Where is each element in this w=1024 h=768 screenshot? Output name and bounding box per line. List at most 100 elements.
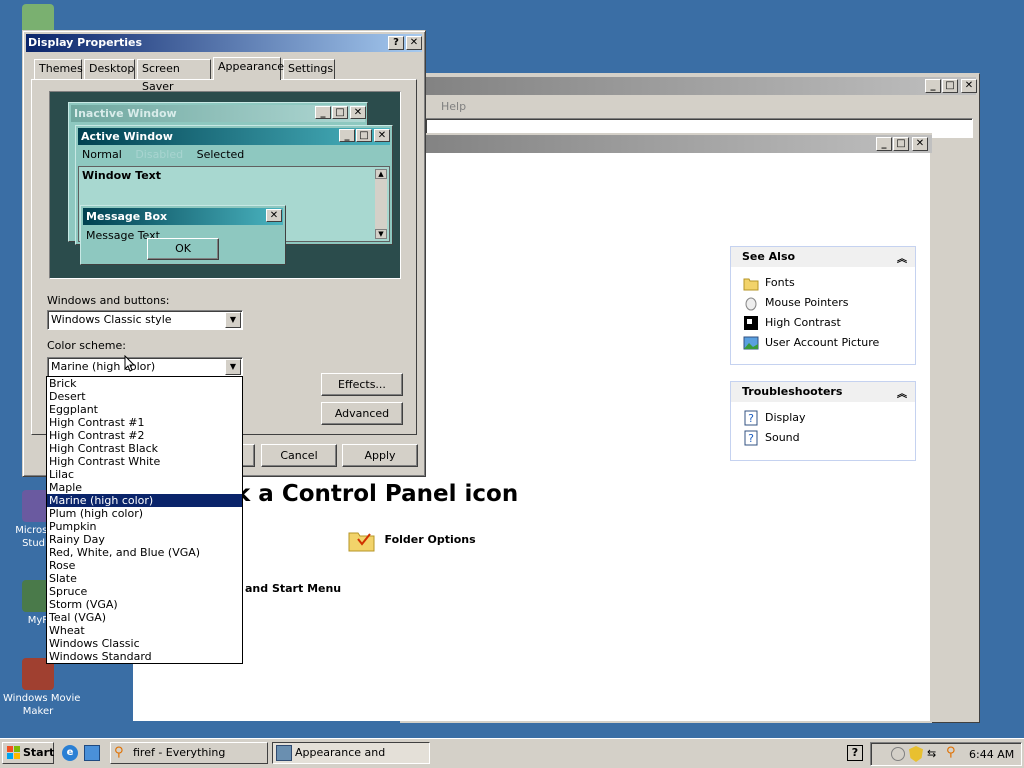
preview-menu-normal: Normal <box>82 148 122 161</box>
quicklaunch-ie-icon[interactable]: e <box>62 745 78 761</box>
color-scheme-select[interactable]: Marine (high color) ▼ <box>47 357 243 377</box>
link-mouse-pointers[interactable]: Mouse Pointers <box>743 295 849 311</box>
dropdown-option[interactable]: High Contrast Black <box>47 442 242 455</box>
preview-min-button: _ <box>339 129 355 142</box>
link-high-contrast[interactable]: High Contrast <box>743 315 841 331</box>
maximize-button[interactable]: □ <box>893 137 909 151</box>
dropdown-option[interactable]: High Contrast White <box>47 455 242 468</box>
minimize-button[interactable]: _ <box>876 137 892 151</box>
link-fonts[interactable]: Fonts <box>743 275 795 291</box>
apply-button[interactable]: Apply <box>342 444 418 467</box>
link-sound[interactable]: ? Sound <box>743 430 800 446</box>
dropdown-option[interactable]: Slate <box>47 572 242 585</box>
preview-close-button: ✕ <box>266 209 282 222</box>
dropdown-option[interactable]: Windows Classic <box>47 637 242 650</box>
tab-appearance[interactable]: Appearance <box>213 57 284 80</box>
link-label: Mouse Pointers <box>765 296 849 309</box>
help-icon[interactable]: ? <box>847 745 863 761</box>
start-button[interactable]: Start <box>2 742 54 764</box>
dropdown-option[interactable]: Wheat <box>47 624 242 637</box>
close-button[interactable]: ✕ <box>961 79 977 93</box>
quicklaunch-explorer-icon[interactable] <box>84 745 100 761</box>
desktop-icon[interactable]: Windows Movie Maker <box>3 658 80 718</box>
chevron-down-icon[interactable]: ▼ <box>225 312 241 328</box>
task-label: firef - Everything <box>133 746 226 759</box>
user-picture-icon <box>743 335 759 351</box>
windows-buttons-select[interactable]: Windows Classic style ▼ <box>47 310 243 330</box>
chevron-down-icon[interactable]: ▼ <box>225 359 241 375</box>
control-panel-titlebar[interactable] <box>400 135 932 153</box>
search-icon: ⚲ <box>114 745 124 760</box>
explorer-back-titlebar[interactable] <box>404 77 976 95</box>
dropdown-option[interactable]: Storm (VGA) <box>47 598 242 611</box>
tab-themes[interactable]: Themes <box>34 59 83 79</box>
tray-network-icon[interactable] <box>891 747 905 761</box>
link-label: Sound <box>765 431 800 444</box>
color-scheme-dropdown-list[interactable]: Brick Desert Eggplant High Contrast #1 High … <box>46 376 243 664</box>
dropdown-option[interactable]: Teal (VGA) <box>47 611 242 624</box>
advanced-button[interactable]: Advanced <box>321 402 403 425</box>
dropdown-option[interactable]: High Contrast #1 <box>47 416 242 429</box>
menu-help[interactable]: Help <box>441 100 466 113</box>
tab-settings[interactable]: Settings <box>283 59 335 79</box>
shield-icon[interactable] <box>909 746 923 762</box>
help-button[interactable]: ? <box>388 36 404 50</box>
dropdown-option[interactable]: Windows Standard <box>47 650 242 663</box>
dropdown-option[interactable]: Desert <box>47 390 242 403</box>
taskbar-item-appearance-themes[interactable]: Appearance and Themes <box>272 742 430 768</box>
page-heading: k a Control Panel icon <box>235 481 519 507</box>
troubleshooters-heading[interactable]: Troubleshooters <box>731 382 915 402</box>
dropdown-option[interactable]: Red, White, and Blue (VGA) <box>47 546 242 559</box>
dropdown-option[interactable]: Marine (high color) <box>47 494 242 507</box>
taskbar-item-everything[interactable]: ⚲ firef - Everything <box>110 742 268 764</box>
preview-active-title: Active Window <box>81 130 173 143</box>
preview-message-box: Message Box ✕ Message Text OK <box>80 205 286 265</box>
preview-max-button: □ <box>356 129 372 142</box>
start-label: Start <box>23 746 55 759</box>
dropdown-option[interactable]: Plum (high color) <box>47 507 242 520</box>
dropdown-option[interactable]: Eggplant <box>47 403 242 416</box>
folder-icon <box>347 527 377 553</box>
collapse-icon[interactable]: ︽ <box>897 385 907 400</box>
close-button[interactable]: ✕ <box>406 36 422 50</box>
dropdown-option[interactable]: High Contrast #2 <box>47 429 242 442</box>
preview-close-button: ✕ <box>374 129 390 142</box>
preview-min-button: _ <box>315 106 331 119</box>
tab-screen-saver[interactable]: Screen Saver <box>137 59 211 93</box>
dropdown-option[interactable]: Maple <box>47 481 242 494</box>
svg-text:?: ? <box>748 412 754 425</box>
dropdown-option[interactable]: Rose <box>47 559 242 572</box>
tray-link-icon[interactable]: ⇆ <box>927 747 936 760</box>
see-also-box: See Also ︽ Fonts Mouse Pointers High Contr… <box>730 246 916 365</box>
dropdown-option[interactable]: Lilac <box>47 468 242 481</box>
taskbar-start-menu-item[interactable]: and Start Menu <box>245 582 341 595</box>
link-display[interactable]: ? Display <box>743 410 806 426</box>
taskbar: Start e ⚲ firef - Everything Appearance … <box>0 738 1024 768</box>
tray-search-icon[interactable]: ⚲ <box>946 745 956 760</box>
minimize-button[interactable]: _ <box>925 79 941 93</box>
cancel-button[interactable]: Cancel <box>261 444 337 467</box>
effects-button[interactable]: Effects... <box>321 373 403 396</box>
link-label: Display <box>765 411 806 424</box>
link-user-account-picture[interactable]: User Account Picture <box>743 335 879 351</box>
help-topic-icon: ? <box>743 410 759 426</box>
troubleshooters-box: Troubleshooters ︽ ? Display ? Sound <box>730 381 916 461</box>
dialog-titlebar[interactable]: Display Properties <box>26 34 422 52</box>
tab-desktop[interactable]: Desktop <box>84 59 135 79</box>
dropdown-option[interactable]: Spruce <box>47 585 242 598</box>
windows-buttons-value: Windows Classic style <box>51 313 172 326</box>
dropdown-option[interactable]: Rainy Day <box>47 533 242 546</box>
collapse-icon[interactable]: ︽ <box>897 250 907 265</box>
see-also-heading[interactable]: See Also <box>731 247 915 267</box>
preview-message-title: Message Box <box>86 210 168 223</box>
dropdown-option[interactable]: Brick <box>47 377 242 390</box>
maximize-button[interactable]: □ <box>942 79 958 93</box>
appearance-preview: Inactive Window _ □ ✕ Active Window _ □ … <box>49 91 401 279</box>
control-panel-icon <box>276 745 292 761</box>
clock[interactable]: 6:44 AM <box>969 748 1014 761</box>
close-button[interactable]: ✕ <box>912 137 928 151</box>
dropdown-option[interactable]: Pumpkin <box>47 520 242 533</box>
preview-menu-bar: Normal Disabled Selected <box>82 148 244 161</box>
preview-menu-selected: Selected <box>196 148 245 161</box>
folder-options-item[interactable]: Folder Options <box>347 527 476 557</box>
